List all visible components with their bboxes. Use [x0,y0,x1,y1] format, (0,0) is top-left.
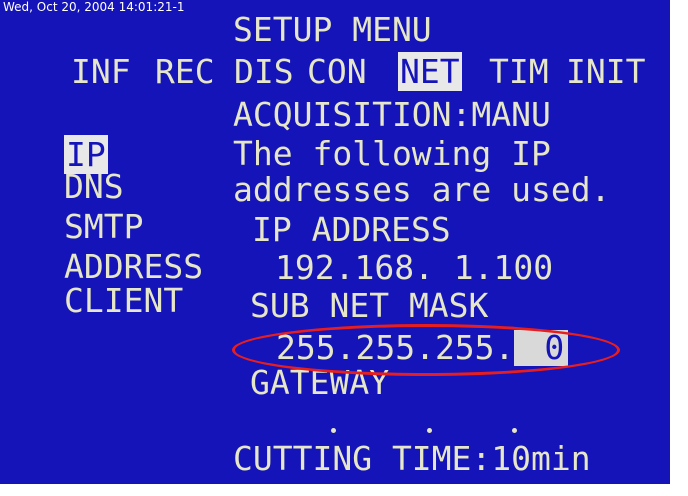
subnet-mask-label: SUB NET MASK [250,286,489,325]
info-line-1: The following IP [233,134,551,173]
annotation-ellipse [232,324,620,376]
ip-address-label: IP ADDRESS [252,210,451,249]
sidebar-item-dns[interactable]: DNS [64,168,124,206]
sidebar-item-smtp[interactable]: SMTP [64,208,143,246]
tab-con[interactable]: CON [307,53,367,91]
tab-tim[interactable]: TIM [489,53,549,91]
gateway-dot [512,428,517,433]
tab-rec[interactable]: REC [155,53,215,91]
tab-inf[interactable]: INF [71,53,131,91]
gateway-dot [331,428,336,433]
tab-dis[interactable]: DIS [234,53,294,91]
osd-display: Wed, Oct 20, 2004 14:01:21-1 SETUP MENU … [0,0,670,484]
screen: Wed, Oct 20, 2004 14:01:21-1 SETUP MENU … [0,0,688,496]
gateway-dot [427,428,432,433]
acquisition-mode[interactable]: ACQUISITION:MANU [233,96,551,134]
ip-address-value[interactable]: 192.168. 1.100 [275,249,553,287]
sidebar-item-client[interactable]: CLIENT [64,282,183,320]
menu-title: SETUP MENU [233,10,432,49]
tab-init[interactable]: INIT [566,53,645,91]
cutting-time[interactable]: CUTTING TIME:10min [233,440,591,478]
tab-net[interactable]: NET [398,52,462,91]
info-line-2: addresses are used. [233,170,611,209]
timestamp: Wed, Oct 20, 2004 14:01:21-1 [3,0,185,14]
